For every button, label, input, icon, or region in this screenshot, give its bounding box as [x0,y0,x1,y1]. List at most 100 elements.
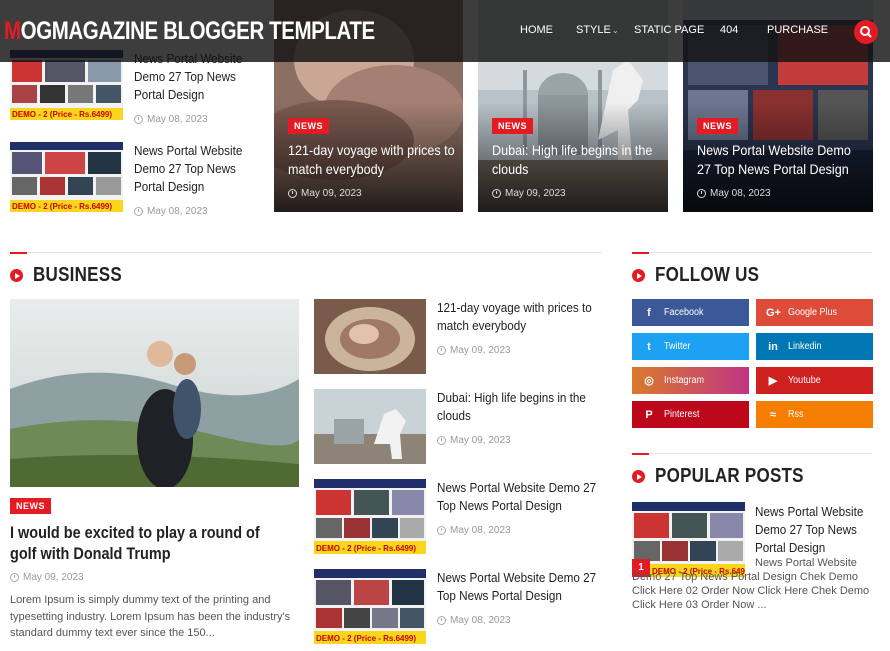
play-circle-icon [10,269,23,282]
post-title[interactable]: News Portal Website Demo 27 Top News Por… [437,569,604,605]
section-title[interactable]: BUSINESS [33,264,122,287]
social-label: Instagram [664,375,705,386]
thumb-demo-label: DEMO - 2 (Price - Rs.6499) [316,634,416,643]
baby-photo-image [314,299,426,374]
page-root: { "header": { "logo_first": "M", "logo_r… [0,0,890,651]
nav-purchase[interactable]: PURCHASE [767,24,828,36]
logo-initial: M [4,17,21,45]
demo-thumbnail-image: DEMO - 2 (Price - Rs.6499) [10,142,123,212]
dubai-horse-image [314,389,426,464]
social-label: Youtube [788,375,821,386]
post-title[interactable]: 121-day voyage with prices to match ever… [437,299,604,335]
play-circle-icon [632,269,645,282]
post-thumbnail[interactable] [314,299,426,374]
category-badge[interactable]: NEWS [492,118,533,134]
nav-style[interactable]: STYLE [576,24,611,36]
post-date: May 08, 2023 [134,114,208,125]
date-text: May 09, 2023 [450,345,511,356]
list-item[interactable]: 121-day voyage with prices to match ever… [314,299,604,379]
date-text: May 08, 2023 [147,206,208,217]
section-rule [632,453,872,455]
excerpt-text: News Portal Website Demo 27 Top News Por… [632,557,870,611]
clock-icon [288,189,297,198]
post-thumbnail[interactable]: DEMO - 2 (Price - Rs.6499) [314,569,426,644]
logo-text: OGMAGAZINE BLOGGER TEMPLATE [20,17,376,45]
category-badge[interactable]: NEWS [288,118,329,134]
post-date: May 08, 2023 [437,615,511,626]
social-label: Google Plus [788,307,838,318]
nav-404[interactable]: 404 [720,24,738,36]
slide-date: May 09, 2023 [288,188,362,199]
facebook-button[interactable]: f Facebook [632,299,749,326]
date-text: May 08, 2023 [450,525,511,536]
list-item[interactable]: DEMO - 2 (Price - Rs.6499) News Portal W… [314,569,604,649]
post-title[interactable]: Dubai: High life begins in the clouds [437,389,604,425]
twitter-icon: t [647,340,651,353]
section-title[interactable]: FOLLOW US [655,264,759,287]
post-thumbnail[interactable]: DEMO - 2 (Price - Rs.6499) [10,142,123,212]
featured-excerpt: Lorem Ipsum is simply dummy text of the … [10,594,291,639]
site-header: MOGMAGAZINE BLOGGER TEMPLATE HOME STYLE … [0,0,890,62]
youtube-icon: ▶ [768,375,778,387]
featured-image[interactable] [10,299,299,487]
business-section-header: BUSINESS [10,252,602,286]
thumb-demo-label: DEMO - 2 (Price - Rs.6499) [12,110,112,119]
post-title[interactable]: News Portal Website Demo 27 Top News Por… [134,142,265,196]
nav-static-page[interactable]: STATIC PAGE [634,24,704,36]
clock-icon [437,616,446,625]
section-rule [632,252,872,254]
twitter-button[interactable]: t Twitter [632,333,749,360]
clock-icon [10,573,19,582]
youtube-button[interactable]: ▶ Youtube [756,367,873,394]
social-label: Facebook [664,307,704,318]
post-date: May 08, 2023 [437,525,511,536]
site-logo[interactable]: MOGMAGAZINE BLOGGER TEMPLATE [4,17,375,46]
social-label: Linkedin [788,341,822,352]
thumb-demo-label: DEMO - 2 (Price - Rs.6499) [12,202,112,211]
slide-title[interactable]: News Portal Website Demo 27 Top News Por… [697,141,868,179]
list-item[interactable]: DEMO - 2 (Price - Rs.6499) News Portal W… [314,479,604,559]
date-text: May 09, 2023 [505,188,566,199]
section-rule [10,252,602,254]
post-thumbnail[interactable]: DEMO - 2 (Price - Rs.6499) [314,479,426,554]
date-text: May 08, 2023 [450,615,511,626]
linkedin-icon: in [768,340,778,353]
post-thumbnail[interactable] [314,389,426,464]
follow-section-header: FOLLOW US [632,252,872,286]
chevron-down-icon[interactable]: ⌄ [612,26,619,35]
section-title[interactable]: POPULAR POSTS [655,465,804,488]
slide-title[interactable]: Dubai: High life begins in the clouds [492,141,663,179]
demo-thumbnail-image: DEMO - 2 (Price - Rs.6499) [314,569,426,644]
date-text: May 09, 2023 [23,572,84,583]
instagram-button[interactable]: ◎ Instagram [632,367,749,394]
thumb-demo-label: DEMO - 2 (Price - Rs.6499) [316,544,416,553]
linkedin-button[interactable]: in Linkedin [756,333,873,360]
social-label: Rss [788,409,804,420]
slide-title[interactable]: 121-day voyage with prices to match ever… [288,141,459,179]
play-circle-icon [632,470,645,483]
list-item[interactable]: Dubai: High life begins in the clouds Ma… [314,389,604,469]
nav-home[interactable]: HOME [520,24,553,36]
pinterest-icon: P [645,408,653,421]
post-date: May 08, 2023 [134,206,208,217]
category-badge[interactable]: NEWS [697,118,738,134]
featured-title[interactable]: I would be excited to play a round of go… [10,522,282,564]
clock-icon [437,346,446,355]
popular-section-header: POPULAR POSTS [632,453,872,487]
list-item[interactable]: DEMO - 2 (Price - Rs.6499) News Portal W… [10,50,265,130]
rss-button[interactable]: ≈ Rss [756,401,873,428]
slide-date: May 09, 2023 [492,188,566,199]
date-text: May 08, 2023 [710,188,771,199]
post-date: May 09, 2023 [437,435,511,446]
popular-post-title[interactable]: News Portal Website Demo 27 Top News Por… [755,503,877,557]
clock-icon [492,189,501,198]
post-title[interactable]: News Portal Website Demo 27 Top News Por… [437,479,604,515]
pinterest-button[interactable]: P Pinterest [632,401,749,428]
search-button[interactable] [854,20,878,44]
list-item[interactable]: DEMO - 2 (Price - Rs.6499) News Portal W… [10,142,265,222]
google-plus-icon: G+ [766,306,781,319]
google-plus-button[interactable]: G+ Google Plus [756,299,873,326]
category-badge[interactable]: NEWS [10,498,51,514]
post-date: May 09, 2023 [437,345,511,356]
date-text: May 08, 2023 [147,114,208,125]
